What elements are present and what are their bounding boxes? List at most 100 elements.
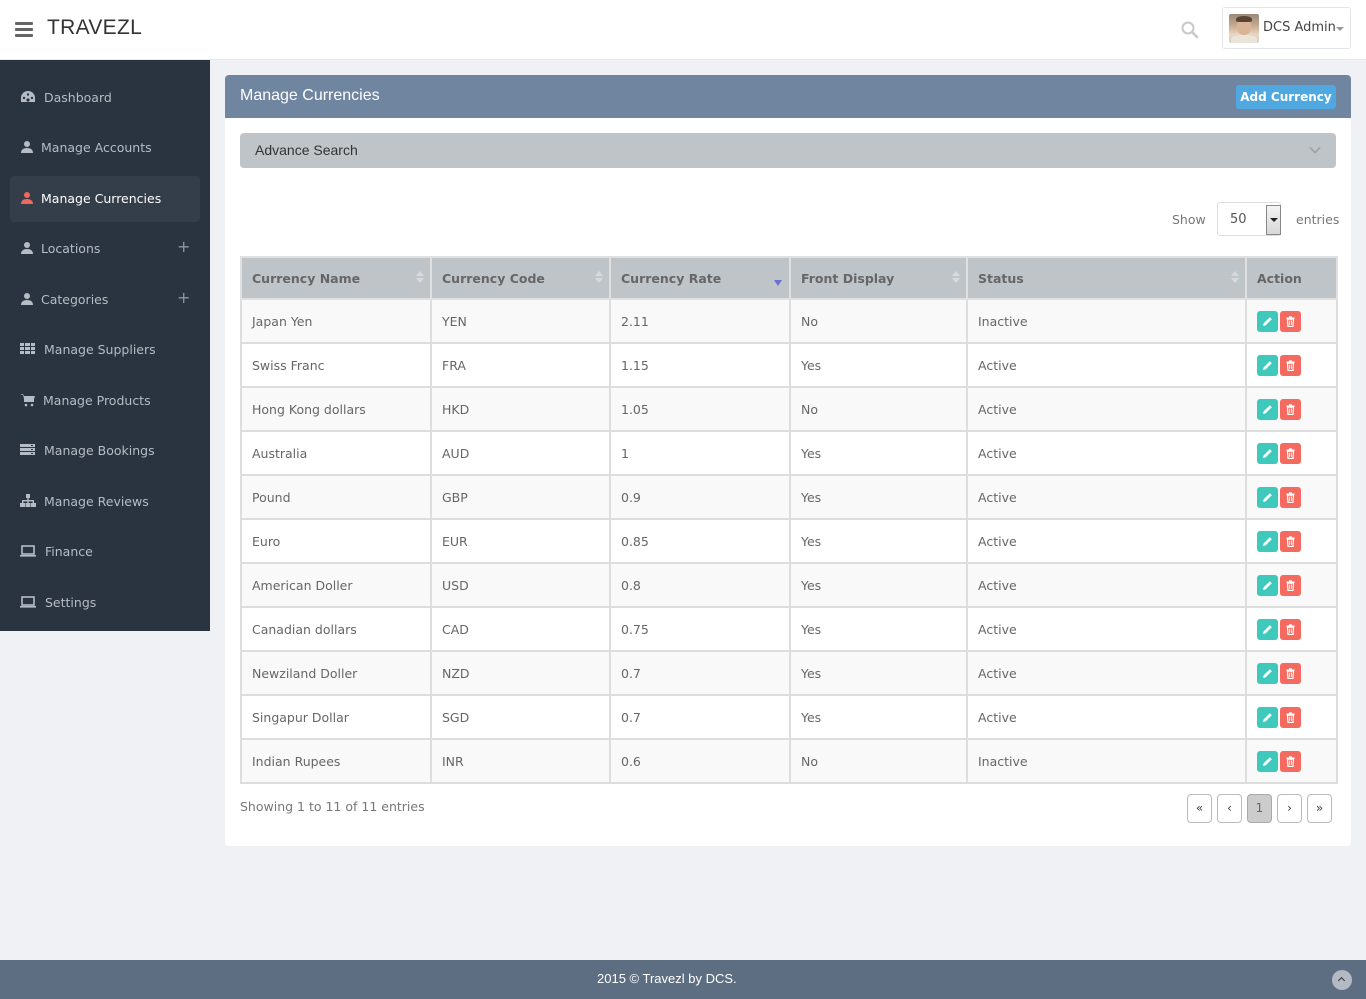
edit-button[interactable] — [1257, 442, 1278, 464]
footer-copyright: 2015 © Travezl by DCS. — [597, 971, 737, 986]
sort-icon — [952, 271, 960, 287]
delete-button[interactable] — [1280, 574, 1301, 596]
user-menu[interactable]: DCS Admin — [1222, 7, 1351, 49]
last-page-button[interactable]: » — [1307, 794, 1332, 823]
cell-action — [1245, 694, 1338, 740]
next-page-button[interactable]: › — [1277, 794, 1302, 823]
entries-value: 50 — [1230, 212, 1247, 227]
table-row: American Doller USD 0.8 Yes Active — [240, 562, 1338, 608]
cell-status: Active — [966, 430, 1247, 476]
sidebar-item-finance[interactable]: Finance — [10, 529, 200, 575]
cell-status: Active — [966, 694, 1247, 740]
advance-search-toggle[interactable]: Advance Search — [240, 133, 1336, 168]
delete-button[interactable] — [1280, 750, 1301, 772]
delete-button[interactable] — [1280, 486, 1301, 508]
cell-code: SGD — [430, 694, 611, 740]
cell-code: INR — [430, 738, 611, 784]
user-icon — [20, 292, 36, 306]
delete-button[interactable] — [1280, 706, 1301, 728]
advance-search-label: Advance Search — [255, 142, 358, 158]
delete-button[interactable] — [1280, 398, 1301, 420]
cell-front-display: Yes — [789, 606, 968, 652]
chevron-down-icon — [1309, 142, 1321, 154]
sidebar-item-manage-accounts[interactable]: Manage Accounts — [10, 125, 200, 171]
sidebar-item-manage-products[interactable]: Manage Products — [10, 378, 200, 424]
cell-code: HKD — [430, 386, 611, 432]
edit-button[interactable] — [1257, 618, 1278, 640]
expand-plus-icon[interactable]: + — [177, 288, 190, 307]
prev-page-button[interactable]: ‹ — [1217, 794, 1242, 823]
sidebar-item-manage-currencies[interactable]: Manage Currencies — [10, 176, 200, 222]
user-name: DCS Admin — [1263, 20, 1336, 35]
edit-button[interactable] — [1257, 662, 1278, 684]
delete-button[interactable] — [1280, 530, 1301, 552]
table-row: Singapur Dollar SGD 0.7 Yes Active — [240, 694, 1338, 740]
cell-action — [1245, 298, 1338, 344]
sidebar-item-locations[interactable]: Locations + — [10, 226, 200, 272]
column-label: Currency Rate — [621, 270, 722, 286]
cell-rate: 1 — [609, 430, 791, 476]
cell-status: Active — [966, 650, 1247, 696]
edit-button[interactable] — [1257, 486, 1278, 508]
cell-code: FRA — [430, 342, 611, 388]
delete-button[interactable] — [1280, 618, 1301, 640]
brand-logo[interactable]: TRAVEZL — [47, 16, 142, 40]
delete-button[interactable] — [1280, 442, 1301, 464]
cell-front-display: Yes — [789, 694, 968, 740]
cell-action — [1245, 518, 1338, 564]
add-currency-button[interactable]: Add Currency — [1236, 85, 1336, 109]
entries-per-page-select[interactable]: 50 — [1217, 202, 1281, 236]
cell-code: YEN — [430, 298, 611, 344]
sidebar-item-manage-suppliers[interactable]: Manage Suppliers — [10, 327, 200, 373]
page-1-button[interactable]: 1 — [1247, 794, 1272, 823]
sidebar-item-dashboard[interactable]: Dashboard — [10, 75, 200, 121]
column-header-status[interactable]: Status — [966, 256, 1247, 300]
column-header-front-display[interactable]: Front Display — [789, 256, 968, 300]
table-row: Canadian dollars CAD 0.75 Yes Active — [240, 606, 1338, 652]
currencies-table: Currency Name Currency Code Currency Rat… — [240, 256, 1338, 784]
cell-rate: 1.15 — [609, 342, 791, 388]
delete-button[interactable] — [1280, 310, 1301, 332]
cell-status: Active — [966, 606, 1247, 652]
edit-button[interactable] — [1257, 398, 1278, 420]
column-header-currency-rate[interactable]: Currency Rate — [609, 256, 791, 300]
sidebar-item-label: Manage Products — [43, 393, 151, 408]
laptop-icon — [20, 544, 36, 558]
column-header-currency-code[interactable]: Currency Code — [430, 256, 611, 300]
search-icon[interactable] — [1180, 20, 1200, 40]
cell-code: CAD — [430, 606, 611, 652]
edit-button[interactable] — [1257, 530, 1278, 552]
column-header-currency-name[interactable]: Currency Name — [240, 256, 432, 300]
sidebar-item-label: Dashboard — [44, 90, 112, 105]
first-page-button[interactable]: « — [1187, 794, 1212, 823]
user-icon — [20, 191, 36, 205]
cell-status: Active — [966, 518, 1247, 564]
show-label: Show — [1172, 212, 1206, 227]
edit-button[interactable] — [1257, 706, 1278, 728]
sidebar-item-manage-bookings[interactable]: Manage Bookings — [10, 428, 200, 474]
sidebar-item-settings[interactable]: Settings — [10, 580, 200, 626]
edit-button[interactable] — [1257, 574, 1278, 596]
table-row: Pound GBP 0.9 Yes Active — [240, 474, 1338, 520]
cell-front-display: Yes — [789, 650, 968, 696]
cell-name: Indian Rupees — [240, 738, 432, 784]
cell-rate: 0.7 — [609, 694, 791, 740]
edit-button[interactable] — [1257, 354, 1278, 376]
cell-code: AUD — [430, 430, 611, 476]
edit-button[interactable] — [1257, 750, 1278, 772]
caret-down-icon — [1336, 27, 1344, 31]
column-label: Status — [978, 270, 1024, 286]
sidebar-item-categories[interactable]: Categories + — [10, 277, 200, 323]
edit-button[interactable] — [1257, 310, 1278, 332]
delete-button[interactable] — [1280, 354, 1301, 376]
sidebar: Dashboard Manage Accounts Manage Currencie… — [0, 60, 210, 631]
scroll-to-top-icon[interactable] — [1332, 970, 1352, 990]
menu-toggle-icon[interactable] — [15, 22, 33, 37]
footer: 2015 © Travezl by DCS. — [0, 960, 1366, 999]
sort-icon — [416, 271, 424, 287]
cart-icon — [20, 393, 36, 407]
cell-code: GBP — [430, 474, 611, 520]
sidebar-item-manage-reviews[interactable]: Manage Reviews — [10, 479, 200, 525]
delete-button[interactable] — [1280, 662, 1301, 684]
expand-plus-icon[interactable]: + — [177, 237, 190, 256]
